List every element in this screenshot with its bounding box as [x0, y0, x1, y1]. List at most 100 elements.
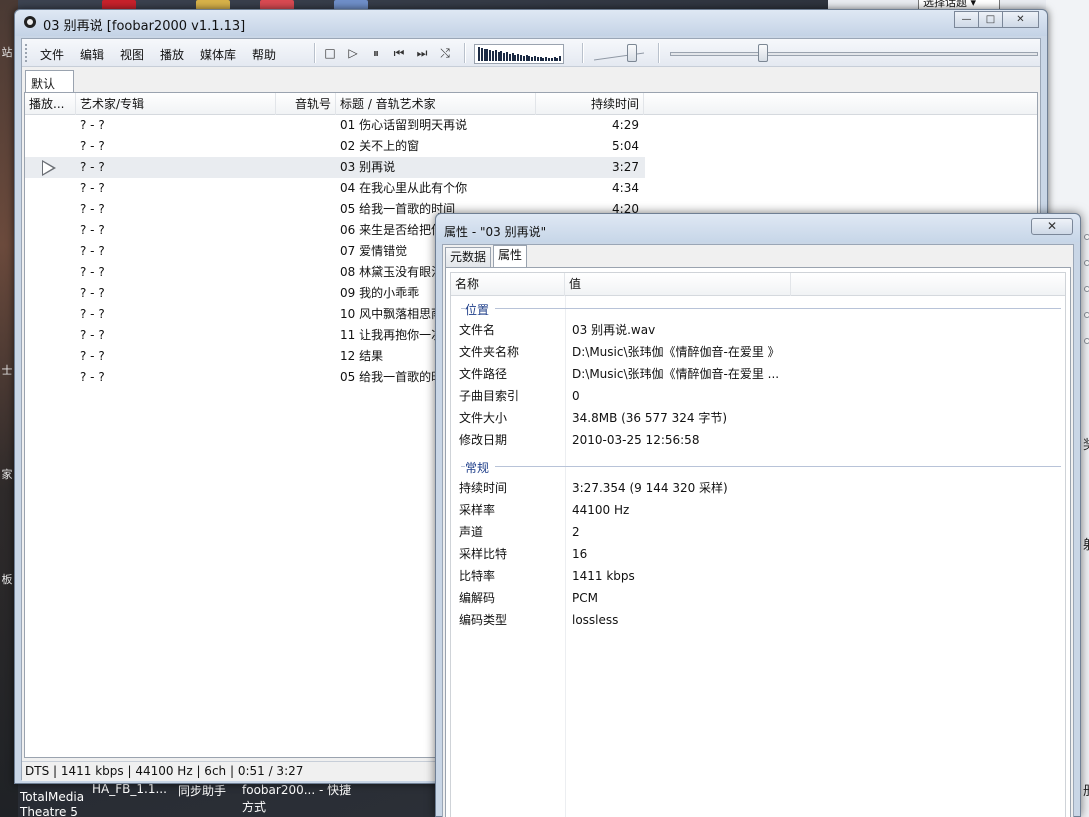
menu-playback[interactable]: 播放 [160, 46, 184, 63]
property-row[interactable]: 采样比特 16 [451, 543, 1051, 565]
menu-library[interactable]: 媒体库 [200, 46, 236, 63]
column-artist-album[interactable]: 艺术家/专辑 [76, 93, 276, 115]
properties-list[interactable]: 名称 值 位置文件名 03 别再说.wav 文件夹名称 D:\Music\张玮伽《情醉… [450, 272, 1066, 817]
radio-icon[interactable] [1084, 260, 1089, 266]
playlist-row[interactable]: ? - ? 03 别再说 3:27 [25, 157, 645, 178]
pause-icon[interactable]: ⏸ [368, 46, 384, 60]
property-row[interactable]: 修改日期 2010-03-25 12:56:58 [451, 429, 1051, 451]
window-title: 03 别再说 [foobar2000 v1.1.13] [43, 19, 246, 34]
property-value: 1411 kbps [572, 569, 635, 583]
playlist-row[interactable]: ? - ? 04 在我心里从此有个你 4:34 [25, 178, 645, 199]
row-duration: 3:27 [612, 160, 639, 174]
property-value: 3:27.354 (9 144 320 采样) [572, 481, 728, 495]
row-artist: ? - ? [80, 370, 105, 384]
row-artist: ? - ? [80, 181, 105, 195]
spectrum-bar [480, 48, 483, 61]
property-name: 文件名 [459, 323, 496, 337]
tab-properties[interactable]: 属性 [493, 245, 528, 268]
property-row[interactable]: 编解码 PCM [451, 587, 1051, 609]
spectrum-bar [514, 55, 517, 61]
toolbar-grip-icon[interactable] [25, 44, 28, 62]
column-playing[interactable]: 播放... [25, 93, 76, 115]
properties-titlebar[interactable]: 属性 - "03 别再说" ✕ [436, 214, 1080, 242]
property-row[interactable]: 采样率 44100 Hz [451, 499, 1051, 521]
property-row[interactable]: 持续时间 3:27.354 (9 144 320 采样) [451, 477, 1051, 499]
random-icon[interactable]: ⤭ [437, 46, 453, 60]
row-duration: 4:29 [612, 118, 639, 132]
playlist-tab[interactable]: 默认 [25, 70, 74, 93]
group-label: 位置 [465, 301, 496, 318]
spectrum-bar [556, 58, 559, 61]
desktop-icon-label[interactable]: foobar200... - 快捷方式 [242, 782, 352, 816]
group-divider [461, 466, 1061, 467]
close-button[interactable]: ✕ [1031, 218, 1073, 235]
property-row[interactable]: 文件路径 D:\Music\张玮伽《情醉伽音-在爱里 ... [451, 363, 1051, 385]
next-icon[interactable]: ⏭ [414, 46, 430, 60]
column-duration[interactable]: 持续时间 [536, 93, 644, 115]
play-icon[interactable]: ▷ [345, 46, 361, 60]
property-row[interactable]: 文件大小 34.8MB (36 577 324 字节) [451, 407, 1051, 429]
spectrum-bar [508, 54, 511, 61]
spectrum-bar [500, 51, 503, 61]
row-artist: ? - ? [80, 160, 105, 174]
column-value[interactable]: 值 [565, 273, 791, 296]
properties-title: 属性 - "03 别再说" [444, 225, 547, 239]
desktop-icon-label[interactable]: TotalMedia Theatre 5 [20, 790, 90, 817]
column-title[interactable]: 标题 / 音轨艺术家 [336, 93, 536, 115]
menu-help[interactable]: 帮助 [252, 46, 276, 63]
radio-icon[interactable] [1084, 312, 1089, 318]
property-row[interactable]: 子曲目索引 0 [451, 385, 1051, 407]
property-row[interactable]: 编码类型 lossless [451, 609, 1051, 631]
playlist-row[interactable]: ? - ? 01 伤心话留到明天再说 4:29 [25, 115, 645, 136]
properties-header: 名称 值 [451, 273, 1065, 296]
property-value: D:\Music\张玮伽《情醉伽音-在爱里 》 [572, 345, 780, 359]
spectrum-visualizer[interactable] [474, 44, 564, 64]
menu-edit[interactable]: 编辑 [80, 46, 104, 63]
spectrum-bar [548, 58, 550, 61]
radio-icon[interactable] [1084, 234, 1089, 240]
row-duration: 4:34 [612, 181, 639, 195]
spectrum-bar [534, 56, 536, 61]
property-row[interactable]: 文件名 03 别再说.wav [451, 319, 1051, 341]
menu-toolbar: 文件 编辑 视图 播放 媒体库 帮助 □ ▷ ⏸ ⏮ ⏭ ⤭ [22, 39, 1040, 67]
menu-file[interactable]: 文件 [40, 46, 64, 63]
desktop-glyph: 士 [1, 364, 13, 377]
volume-slider[interactable] [626, 44, 637, 62]
stop-icon[interactable]: □ [322, 46, 338, 60]
column-name[interactable]: 名称 [451, 273, 565, 296]
desktop-glyph: 家 [1, 468, 13, 481]
tab-metadata[interactable]: 元数据 [445, 247, 492, 267]
desktop-icon-label[interactable]: 同步助手 [178, 782, 226, 799]
toolbar-separator [658, 43, 660, 63]
radio-icon[interactable] [1084, 286, 1089, 292]
seek-track[interactable] [670, 52, 1038, 56]
maximize-button[interactable]: □ [978, 11, 1003, 28]
property-row[interactable]: 声道 2 [451, 521, 1051, 543]
foobar-app-icon[interactable] [24, 16, 36, 28]
previous-icon[interactable]: ⏮ [391, 46, 407, 60]
row-artist: ? - ? [80, 244, 105, 258]
row-title: 02 关不上的窗 [340, 139, 420, 153]
property-value: 03 别再说.wav [572, 323, 656, 337]
row-artist: ? - ? [80, 265, 105, 279]
spectrum-bar [489, 50, 492, 61]
property-row[interactable]: 比特率 1411 kbps [451, 565, 1051, 587]
group-label: 常规 [465, 459, 496, 476]
spectrum-bar [536, 57, 539, 61]
property-value: D:\Music\张玮伽《情醉伽音-在爱里 ... [572, 367, 780, 381]
background-text: 奖 [1083, 434, 1089, 453]
spectrum-bar [478, 47, 480, 61]
spectrum-bar [531, 57, 534, 61]
volume-track[interactable] [594, 48, 644, 58]
column-track-number[interactable]: 音轨号 [276, 93, 336, 115]
seek-slider[interactable] [758, 44, 769, 62]
menu-view[interactable]: 视图 [120, 46, 144, 63]
desktop-icon-label[interactable]: HA_FB_1.1... [92, 782, 167, 796]
foobar-titlebar[interactable]: 03 别再说 [foobar2000 v1.1.13] — □ ✕ [15, 10, 1047, 36]
property-row[interactable]: 文件夹名称 D:\Music\张玮伽《情醉伽音-在爱里 》 [451, 341, 1051, 363]
minimize-button[interactable]: — [954, 11, 979, 28]
radio-icon[interactable] [1084, 338, 1089, 344]
close-button[interactable]: ✕ [1002, 11, 1039, 28]
row-title: 01 伤心话留到明天再说 [340, 118, 468, 132]
playlist-row[interactable]: ? - ? 02 关不上的窗 5:04 [25, 136, 645, 157]
